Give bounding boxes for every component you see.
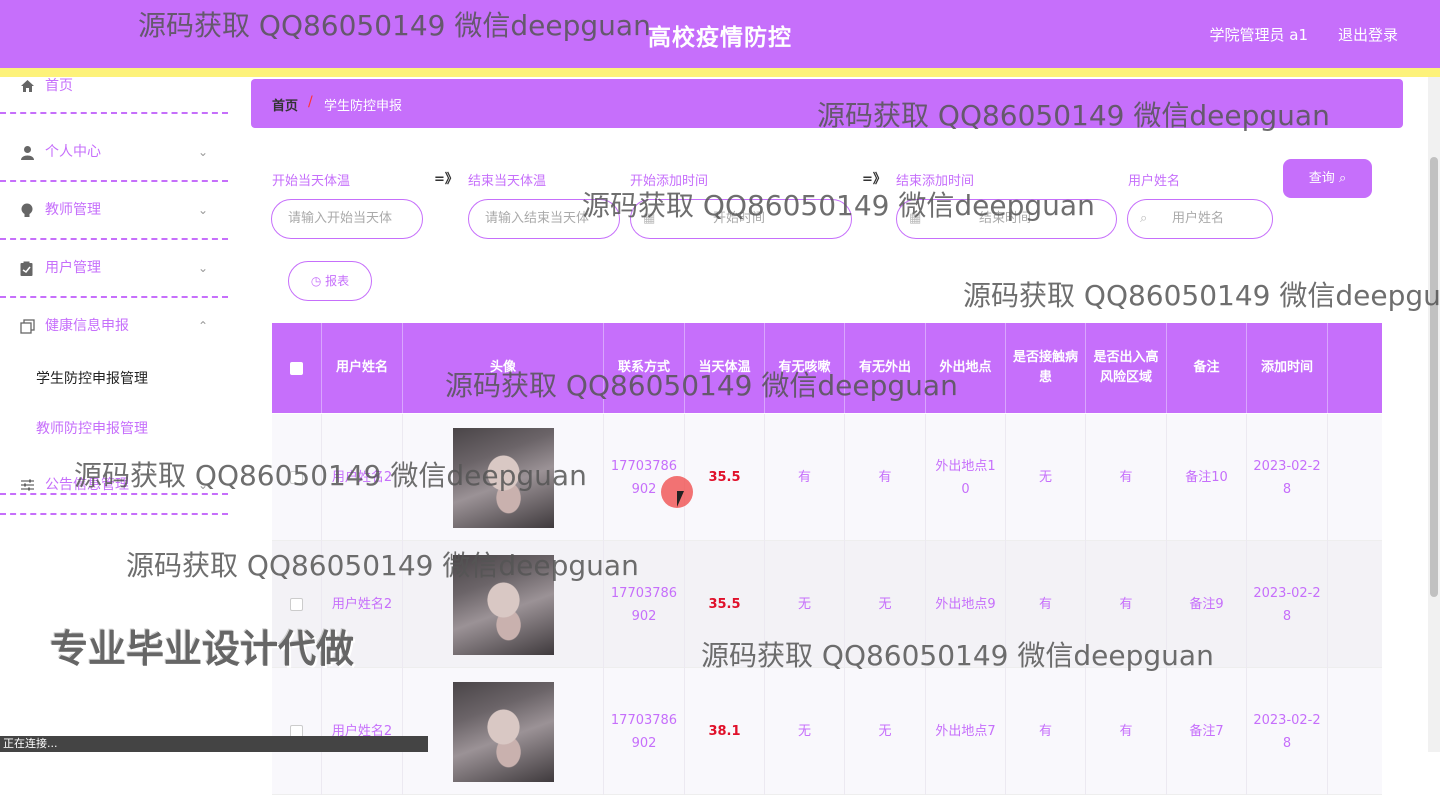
- cell-out: 有: [845, 414, 926, 541]
- end-temp-label: 结束当天体温: [468, 174, 547, 189]
- cell-temp: 35.5: [685, 414, 765, 541]
- sidebar-item-label: 教师管理: [45, 202, 101, 218]
- row-checkbox[interactable]: [290, 598, 303, 611]
- cell-name: 用户姓名2: [322, 668, 403, 795]
- username-placeholder: 用户姓名: [1172, 211, 1225, 226]
- current-user-label: 学院管理员 a1: [1209, 26, 1308, 44]
- cell-actions: [1328, 668, 1382, 795]
- copy-icon: [20, 298, 35, 354]
- breadcrumb-current: 学生防控申报: [324, 99, 403, 114]
- col-header: 用户姓名: [322, 323, 403, 413]
- cell-avatar: [403, 668, 604, 795]
- watermark: 源码获取 QQ86050149 微信deepguan: [817, 99, 1330, 132]
- mouse-cursor-icon: [677, 491, 684, 507]
- table-row[interactable]: 用户姓名2 17703786902 38.1 无 无 外出地点7 有 有 备注7…: [272, 668, 1382, 795]
- col-header: 是否接触病患: [1006, 323, 1086, 413]
- sidebar-item-user[interactable]: 用户管理 ⌄: [0, 240, 228, 298]
- cell-actions: [1328, 541, 1382, 668]
- watermark: 源码获取 QQ86050149 微信deepguan: [445, 369, 958, 402]
- cell-time: 2023-02-28: [1247, 541, 1328, 668]
- cell-risk: 有: [1086, 668, 1167, 795]
- cell-place: 外出地点10: [926, 414, 1006, 541]
- cell-risk: 有: [1086, 414, 1167, 541]
- sliders-icon: [20, 457, 35, 513]
- sidebar-item-label: 首页: [45, 78, 73, 94]
- watermark: 源码获取 QQ86050149 微信deepguan: [701, 639, 1214, 672]
- cell-contact: 有: [1006, 668, 1086, 795]
- watermark: 源码获取 QQ86050149 微信deepguan: [963, 279, 1440, 312]
- report-button[interactable]: ◷ 报表: [288, 261, 372, 301]
- home-icon: [20, 67, 35, 105]
- select-all-cell[interactable]: [272, 323, 322, 413]
- logout-button[interactable]: 退出登录: [1338, 24, 1398, 45]
- scrollbar-thumb[interactable]: [1430, 157, 1438, 597]
- col-header: 是否出入高风险区域: [1086, 323, 1167, 413]
- chevron-down-icon: ⌄: [197, 145, 208, 159]
- chevron-down-icon: ⌄: [197, 203, 208, 217]
- search-icon: ⌕: [1338, 171, 1347, 186]
- row-select-cell[interactable]: [272, 668, 322, 795]
- sidebar-subitem-student-report[interactable]: 学生防控申报管理: [0, 355, 228, 403]
- cell-cough: 有: [765, 414, 845, 541]
- sidebar-subitem-teacher-report[interactable]: 教师防控申报管理: [0, 405, 228, 453]
- select-all-checkbox[interactable]: [290, 361, 303, 375]
- query-button-label: 查询: [1308, 171, 1335, 186]
- watermark: 源码获取 QQ86050149 微信deepguan: [582, 189, 1095, 222]
- sidebar-item-label: 个人中心: [45, 144, 101, 160]
- cell-place: 外出地点7: [926, 668, 1006, 795]
- user-icon: [20, 124, 35, 180]
- cell-contact: 无: [1006, 414, 1086, 541]
- watermark: 源码获取 QQ86050149 微信deepguan: [138, 9, 651, 42]
- browser-status-bar: 正在连接...: [0, 736, 428, 752]
- watermark: 源码获取 QQ86050149 微信deepguan: [74, 459, 587, 492]
- cell-cough: 无: [765, 668, 845, 795]
- sidebar-item-home[interactable]: 首页: [0, 67, 228, 114]
- username-input[interactable]: ⌕ 用户姓名: [1127, 199, 1273, 239]
- sidebar-item-label: 用户管理: [45, 260, 101, 276]
- chart-icon: ◷: [310, 274, 322, 288]
- cell-phone: 17703786902: [604, 668, 685, 795]
- breadcrumb-home[interactable]: 首页: [272, 95, 298, 114]
- query-button[interactable]: 查询 ⌕: [1283, 159, 1372, 198]
- cell-note: 备注10: [1167, 414, 1247, 541]
- cell-time: 2023-02-28: [1247, 414, 1328, 541]
- bulb-icon: [20, 182, 34, 238]
- chevron-down-icon: ⌄: [197, 261, 208, 275]
- report-button-label: 报表: [325, 274, 350, 288]
- cell-temp: 38.1: [685, 668, 765, 795]
- chevron-up-icon: ⌃: [197, 319, 208, 333]
- search-icon: ⌕: [1140, 211, 1148, 226]
- sidebar-item-teacher[interactable]: 教师管理 ⌄: [0, 182, 228, 240]
- start-temp-label: 开始当天体温: [272, 174, 351, 189]
- username-label: 用户姓名: [1128, 174, 1181, 189]
- cell-actions: [1328, 414, 1382, 541]
- sidebar-item-health[interactable]: 健康信息申报 ⌃: [0, 298, 228, 354]
- avatar: [452, 681, 554, 782]
- breadcrumb-separator: /: [308, 94, 313, 110]
- sidebar-item-label: 健康信息申报: [45, 318, 129, 334]
- col-header-actions: [1328, 323, 1382, 413]
- cell-out: 无: [845, 668, 926, 795]
- cell-time: 2023-02-28: [1247, 668, 1328, 795]
- clipboard-icon: [20, 240, 33, 296]
- col-header: 添加时间: [1247, 323, 1328, 413]
- range-arrow: =》: [434, 172, 458, 187]
- cell-note: 备注7: [1167, 668, 1247, 795]
- start-temp-input[interactable]: 请输入开始当天体: [271, 199, 423, 239]
- col-header: 备注: [1167, 323, 1247, 413]
- page-scrollbar[interactable]: [1428, 77, 1440, 752]
- sidebar-item-personal[interactable]: 个人中心 ⌄: [0, 124, 228, 182]
- watermark-ad: 专业毕业设计代做: [50, 627, 355, 671]
- watermark: 源码获取 QQ86050149 微信deepguan: [126, 549, 639, 582]
